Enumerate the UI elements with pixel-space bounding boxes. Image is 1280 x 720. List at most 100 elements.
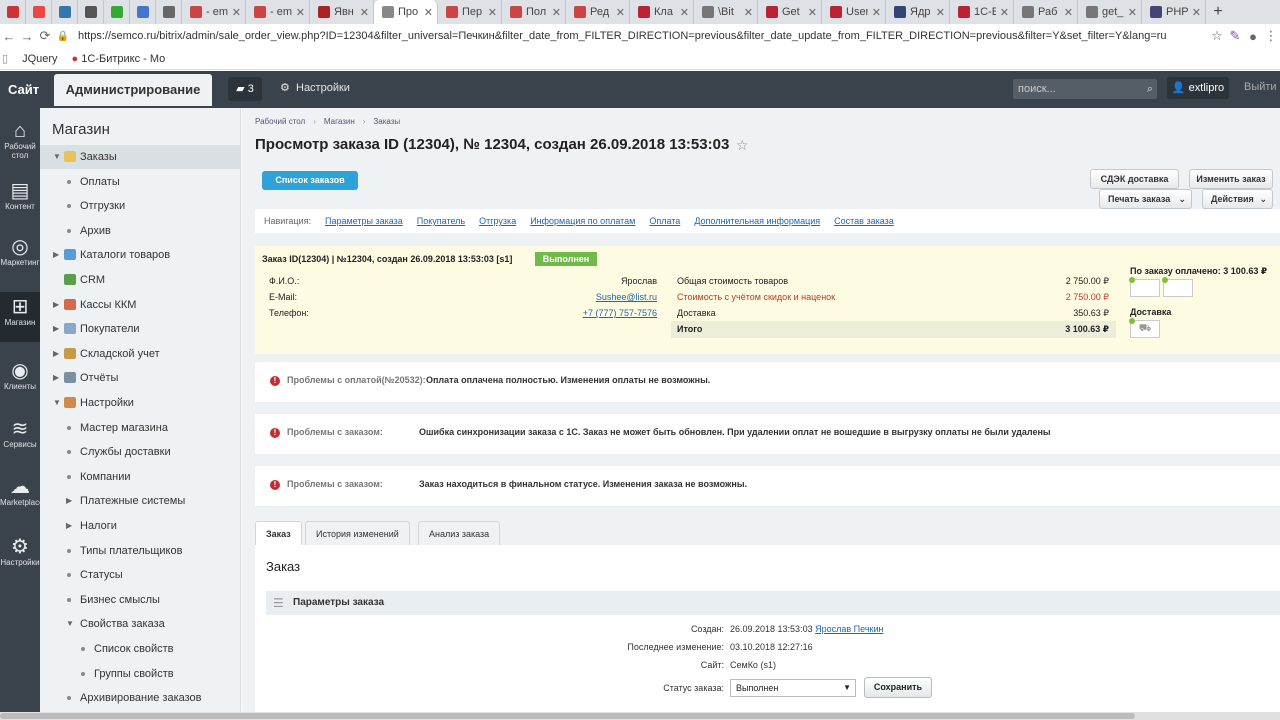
menu-dots-icon[interactable]: ⋮ (1262, 28, 1280, 44)
favorite-star-icon[interactable]: ☆ (736, 137, 749, 154)
payment-system-logo[interactable] (1163, 279, 1193, 297)
notifications-button[interactable]: ▰ 3 (228, 77, 262, 101)
tab-history[interactable]: История изменений (305, 521, 410, 545)
breadcrumb-item[interactable]: Рабочий стол (255, 117, 305, 126)
tab-close-icon[interactable]: ✕ (296, 6, 305, 19)
bookmark-star-icon[interactable]: ☆ (1208, 28, 1226, 44)
edit-order-button[interactable]: Изменить заказ (1189, 169, 1273, 189)
bookmark-bitrix[interactable]: ● 1С-Битрикс - Мо (72, 53, 166, 65)
drag-handle-icon[interactable]: ☰ (273, 591, 284, 615)
menu-item[interactable]: Бизнес смыслы (40, 588, 240, 612)
menu-item[interactable]: ▶ Каталоги товаров (40, 243, 240, 267)
tab-close-icon[interactable]: ✕ (1064, 6, 1073, 19)
browser-tab[interactable] (78, 0, 104, 24)
iconbar-item[interactable]: ≋ Сервисы (0, 414, 40, 464)
browser-tab[interactable] (130, 0, 156, 24)
menu-item[interactable]: Список свойств (40, 637, 240, 661)
menu-item[interactable]: ▶ Отчёты (40, 366, 240, 390)
nav-link-payment-info[interactable]: Информация по оплатам (530, 216, 635, 226)
menu-item[interactable]: ▶ Складской учет (40, 342, 240, 366)
menu-item[interactable]: Отгрузки (40, 194, 240, 218)
menu-item[interactable]: Архивирование заказов (40, 686, 240, 710)
browser-tab[interactable]: \Bit ✕ (694, 0, 758, 24)
browser-tab[interactable] (104, 0, 130, 24)
nav-link-additional-info[interactable]: Дополнительная информация (694, 216, 820, 226)
iconbar-item[interactable]: ▤ Контент (0, 176, 40, 226)
print-order-button[interactable]: Печать заказа ⌄ (1099, 189, 1192, 209)
browser-tab[interactable] (156, 0, 182, 24)
tab-close-icon[interactable]: ✕ (808, 6, 817, 19)
expand-arrow-icon[interactable]: ▶ (53, 293, 59, 317)
menu-item[interactable]: ▶ Покупатели (40, 317, 240, 341)
menu-item[interactable]: Архив (40, 219, 240, 243)
order-status-select[interactable]: Выполнен ▼ (730, 679, 856, 697)
order-params-header[interactable]: ☰ Параметры заказа (266, 591, 1280, 615)
browser-tab[interactable]: PHP ✕ (1142, 0, 1206, 24)
site-button[interactable]: Сайт (0, 77, 44, 103)
browser-tab[interactable]: Кла ✕ (630, 0, 694, 24)
expand-arrow-icon[interactable]: ▶ (53, 342, 59, 366)
expand-arrow-icon[interactable]: ▶ (66, 514, 72, 538)
reload-icon[interactable]: ⟳ (36, 28, 54, 44)
menu-item[interactable]: ▼ Настройки (40, 391, 240, 415)
email-link[interactable]: Sushee@list.ru (525, 292, 657, 302)
apps-icon[interactable]: ▯ (2, 52, 8, 65)
admin-search-input[interactable]: поиск... ⌕ (1013, 79, 1157, 99)
browser-tab[interactable] (52, 0, 78, 24)
bookmark-jquery[interactable]: JQuery (22, 53, 57, 65)
tab-close-icon[interactable]: ✕ (1000, 6, 1009, 19)
delivery-truck-icon[interactable]: ⛟ (1130, 320, 1160, 338)
nav-link-order-items[interactable]: Состав заказа (834, 216, 894, 226)
menu-item[interactable]: Компании (40, 465, 240, 489)
tab-close-icon[interactable]: ✕ (360, 6, 369, 19)
browser-tab[interactable]: Ред ✕ (566, 0, 630, 24)
browser-tab[interactable]: 1С-Е ✕ (950, 0, 1014, 24)
payment-system-logo[interactable] (1130, 279, 1160, 297)
browser-tab[interactable]: Явн ✕ (310, 0, 374, 24)
new-tab-button[interactable]: + (1206, 3, 1230, 21)
expand-arrow-icon[interactable]: ▶ (66, 489, 72, 513)
browser-tab[interactable]: User ✕ (822, 0, 886, 24)
order-list-button[interactable]: Список заказов (262, 171, 358, 190)
nav-link-shipment[interactable]: Отгрузка (479, 216, 516, 226)
expand-arrow-icon[interactable]: ▶ (53, 317, 59, 341)
expand-arrow-icon[interactable]: ▼ (53, 391, 61, 415)
tab-close-icon[interactable]: ✕ (424, 6, 433, 19)
tab-close-icon[interactable]: ✕ (872, 6, 881, 19)
browser-tab[interactable]: Пер ✕ (438, 0, 502, 24)
phone-link[interactable]: +7 (777) 757-7576 (525, 308, 657, 318)
nav-link-buyer[interactable]: Покупатель (417, 216, 465, 226)
menu-item[interactable]: Мастер магазина (40, 416, 240, 440)
expand-arrow-icon[interactable]: ▼ (53, 145, 61, 169)
menu-item[interactable]: Статусы (40, 563, 240, 587)
creator-link[interactable]: Ярослав Печкин (815, 624, 883, 634)
url-field[interactable]: https://semco.ru/bitrix/admin/sale_order… (78, 30, 1208, 42)
iconbar-item[interactable]: ⊞ Магазин (0, 292, 40, 342)
cdek-delivery-button[interactable]: СДЭК доставка (1090, 169, 1179, 189)
browser-tab[interactable]: - em ✕ (182, 0, 246, 24)
expand-arrow-icon[interactable]: ▶ (53, 366, 59, 390)
menu-item[interactable]: ▶ Налоги (40, 514, 240, 538)
tab-close-icon[interactable]: ✕ (936, 6, 945, 19)
extension-icon[interactable]: ✎ (1226, 28, 1244, 44)
forward-icon[interactable]: → (18, 29, 36, 44)
iconbar-item[interactable]: ◉ Клиенты (0, 356, 40, 406)
menu-item[interactable]: ▼ Свойства заказа (40, 612, 240, 636)
nav-link-order-params[interactable]: Параметры заказа (325, 216, 403, 226)
browser-tab[interactable] (0, 0, 26, 24)
menu-item[interactable]: ▶ Кассы ККМ (40, 293, 240, 317)
tab-close-icon[interactable]: ✕ (616, 6, 625, 19)
browser-tab[interactable]: Про ✕ (374, 0, 438, 24)
menu-item[interactable]: Службы доставки (40, 440, 240, 464)
browser-tab[interactable]: Пол ✕ (502, 0, 566, 24)
tab-close-icon[interactable]: ✕ (552, 6, 561, 19)
tab-close-icon[interactable]: ✕ (232, 6, 241, 19)
tab-order[interactable]: Заказ (255, 521, 302, 545)
menu-item[interactable]: ▶ Платежные системы (40, 489, 240, 513)
expand-arrow-icon[interactable]: ▶ (53, 243, 59, 267)
iconbar-item[interactable]: ⚙ Настройки (0, 532, 40, 582)
nav-link-payment[interactable]: Оплата (649, 216, 680, 226)
expand-arrow-icon[interactable]: ▼ (66, 612, 74, 636)
iconbar-item[interactable]: ☁ Marketplace (0, 472, 44, 522)
iconbar-item[interactable]: ◎ Маркетинг (0, 232, 40, 282)
